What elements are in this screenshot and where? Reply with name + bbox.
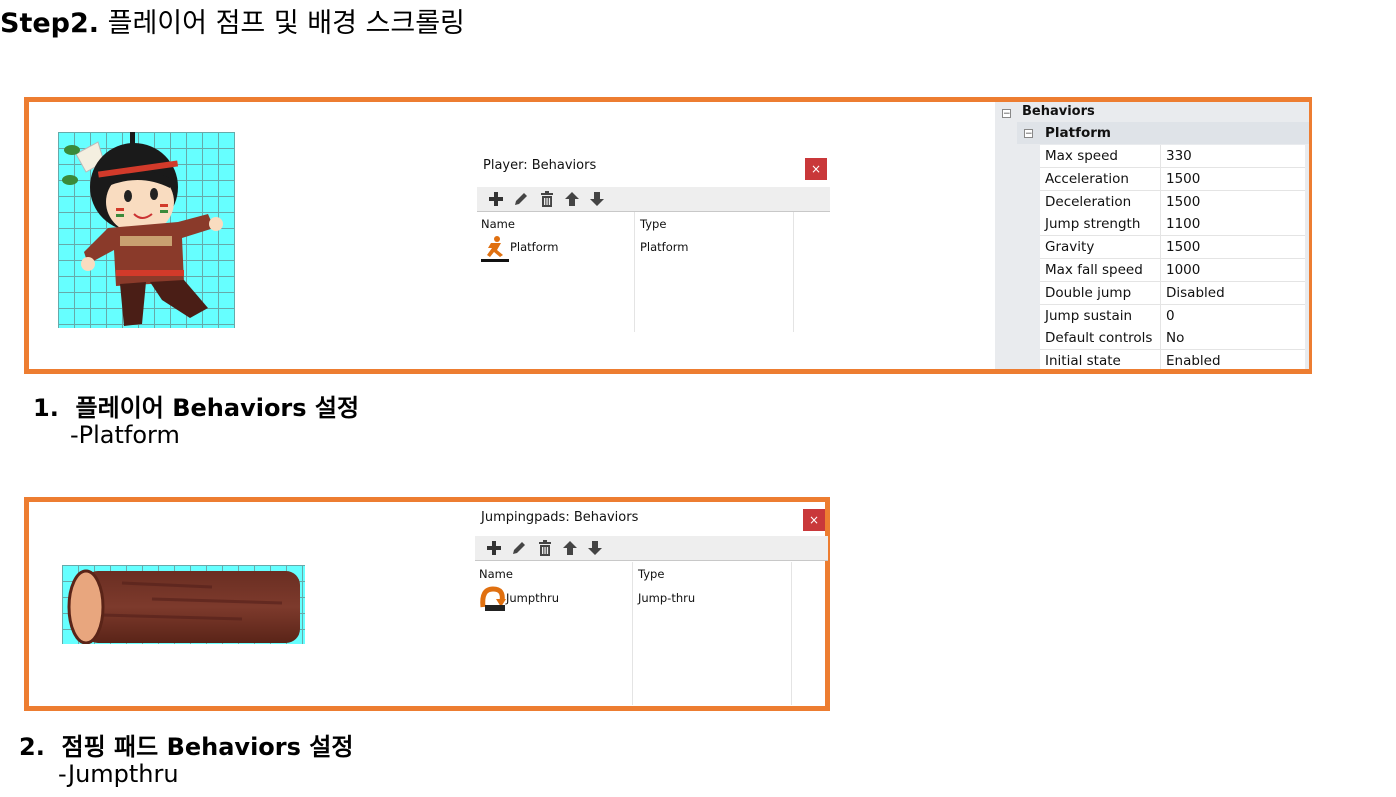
caption-1-sub: -Platform (70, 421, 180, 449)
move-up-icon[interactable] (561, 539, 579, 557)
property-column-divider (1160, 304, 1161, 328)
dialog-title: Jumpingpads: Behaviors (481, 510, 639, 525)
property-name: Default controls (1045, 330, 1153, 347)
behaviors-toolbar (475, 536, 828, 561)
property-name: Jump sustain (1045, 307, 1133, 324)
collapse-behaviors-icon[interactable]: − (1002, 109, 1011, 119)
property-value[interactable]: 0 (1166, 308, 1175, 324)
property-value[interactable]: 1500 (1166, 171, 1200, 187)
property-name: Jump strength (1045, 216, 1141, 233)
column-divider (634, 212, 635, 332)
behavior-type: Platform (640, 240, 689, 254)
column-name-header[interactable]: Name (479, 567, 513, 581)
property-row[interactable]: Default controls No (1040, 327, 1305, 351)
player-behaviors-dialog: Player: Behaviors × Name Type Platform P… (477, 154, 830, 332)
step-title: 플레이어 점프 및 배경 스크롤링 (99, 8, 465, 39)
column-type-header[interactable]: Type (640, 217, 666, 231)
edit-pencil-icon[interactable] (510, 539, 528, 557)
property-name: Acceleration (1045, 170, 1129, 187)
delete-trash-icon[interactable] (538, 190, 556, 208)
edit-pencil-icon[interactable] (512, 190, 530, 208)
property-value[interactable]: Enabled (1166, 353, 1221, 369)
property-column-divider (1160, 281, 1161, 305)
column-divider (791, 562, 792, 705)
column-name-header[interactable]: Name (481, 217, 515, 231)
add-icon[interactable] (487, 190, 505, 208)
column-type-header[interactable]: Type (638, 567, 664, 581)
column-divider (632, 562, 633, 705)
property-column-divider (1160, 167, 1161, 191)
property-value[interactable]: 1000 (1166, 262, 1200, 278)
property-row[interactable]: Double jump Disabled (1040, 281, 1305, 305)
caption-text: 점핑 패드 Behaviors 설정 (61, 733, 354, 761)
caption-2-sub: -Jumpthru (58, 760, 179, 788)
dialog-title: Player: Behaviors (483, 158, 597, 173)
property-value[interactable]: 330 (1166, 148, 1192, 164)
behaviors-section-label: Behaviors (1022, 104, 1095, 119)
page-title: Step2. 플레이어 점프 및 배경 스크롤링 (0, 4, 465, 44)
jumpthru-icon (480, 586, 506, 611)
table-row[interactable]: Jumpthru Jump-thru (477, 585, 817, 615)
platform-runner-icon (481, 236, 509, 262)
property-name: Deceleration (1045, 193, 1132, 210)
property-column-divider (1160, 190, 1161, 214)
behavior-type: Jump-thru (638, 591, 696, 605)
close-button[interactable]: × (803, 509, 825, 531)
player-behaviors-panel: Player: Behaviors × Name Type Platform P… (24, 97, 1312, 374)
add-icon[interactable] (485, 539, 503, 557)
behaviors-toolbar (477, 187, 830, 212)
property-value[interactable]: 1500 (1166, 194, 1200, 210)
move-down-icon[interactable] (586, 539, 604, 557)
property-column-divider (1160, 236, 1161, 260)
property-row[interactable]: Jump sustain 0 (1040, 304, 1305, 328)
property-value[interactable]: 1100 (1166, 216, 1200, 232)
property-value[interactable]: 1500 (1166, 239, 1200, 255)
behavior-name: Platform (510, 240, 559, 254)
property-name: Gravity (1045, 239, 1095, 256)
property-name: Max speed (1045, 148, 1118, 164)
step-label: Step2. (0, 8, 100, 39)
property-name: Double jump (1045, 284, 1132, 301)
jumpingpads-behaviors-panel: Jumpingpads: Behaviors × Name Type Jumpt… (24, 497, 830, 711)
property-row[interactable]: Deceleration 1500 (1040, 190, 1305, 214)
platform-group-label: Platform (1045, 125, 1111, 141)
property-row[interactable]: Acceleration 1500 (1040, 167, 1305, 191)
caption-2: 2. 점핑 패드 Behaviors 설정 (19, 727, 353, 762)
delete-trash-icon[interactable] (536, 539, 554, 557)
property-column-divider (1160, 213, 1161, 237)
property-row[interactable]: Max speed 330 (1040, 145, 1305, 168)
property-value[interactable]: No (1166, 330, 1184, 346)
caption-number: 1. (33, 394, 59, 422)
property-column-divider (1160, 145, 1161, 168)
property-column-divider (1160, 327, 1161, 351)
jumping-pad-sprite (62, 565, 305, 645)
properties-panel: − Behaviors − Platform Max speed 330 Accel… (995, 102, 1309, 369)
property-name: Max fall speed (1045, 262, 1143, 278)
caption-text: 플레이어 Behaviors 설정 (75, 394, 360, 422)
collapse-platform-icon[interactable]: − (1024, 129, 1033, 139)
behavior-name: Jumpthru (506, 591, 559, 605)
move-down-icon[interactable] (588, 190, 606, 208)
player-sprite (58, 132, 235, 328)
property-row[interactable]: Max fall speed 1000 (1040, 259, 1305, 282)
jumpingpads-behaviors-dialog: Jumpingpads: Behaviors × Name Type Jumpt… (475, 505, 828, 705)
property-row[interactable]: Initial state Enabled (1040, 350, 1305, 369)
property-value[interactable]: Disabled (1166, 285, 1225, 301)
property-column-divider (1160, 350, 1161, 369)
indian-boy-sprite-image (62, 132, 223, 326)
column-divider (793, 212, 794, 332)
property-row[interactable]: Gravity 1500 (1040, 236, 1305, 260)
property-row[interactable]: Jump strength 1100 (1040, 213, 1305, 237)
caption-1: 1. 플레이어 Behaviors 설정 (33, 388, 359, 423)
property-column-divider (1160, 259, 1161, 282)
move-up-icon[interactable] (563, 190, 581, 208)
property-name: Initial state (1045, 353, 1121, 369)
caption-number: 2. (19, 733, 45, 761)
log-sprite-image (67, 569, 300, 645)
table-row[interactable]: Platform Platform (479, 234, 819, 264)
close-button[interactable]: × (805, 158, 827, 180)
